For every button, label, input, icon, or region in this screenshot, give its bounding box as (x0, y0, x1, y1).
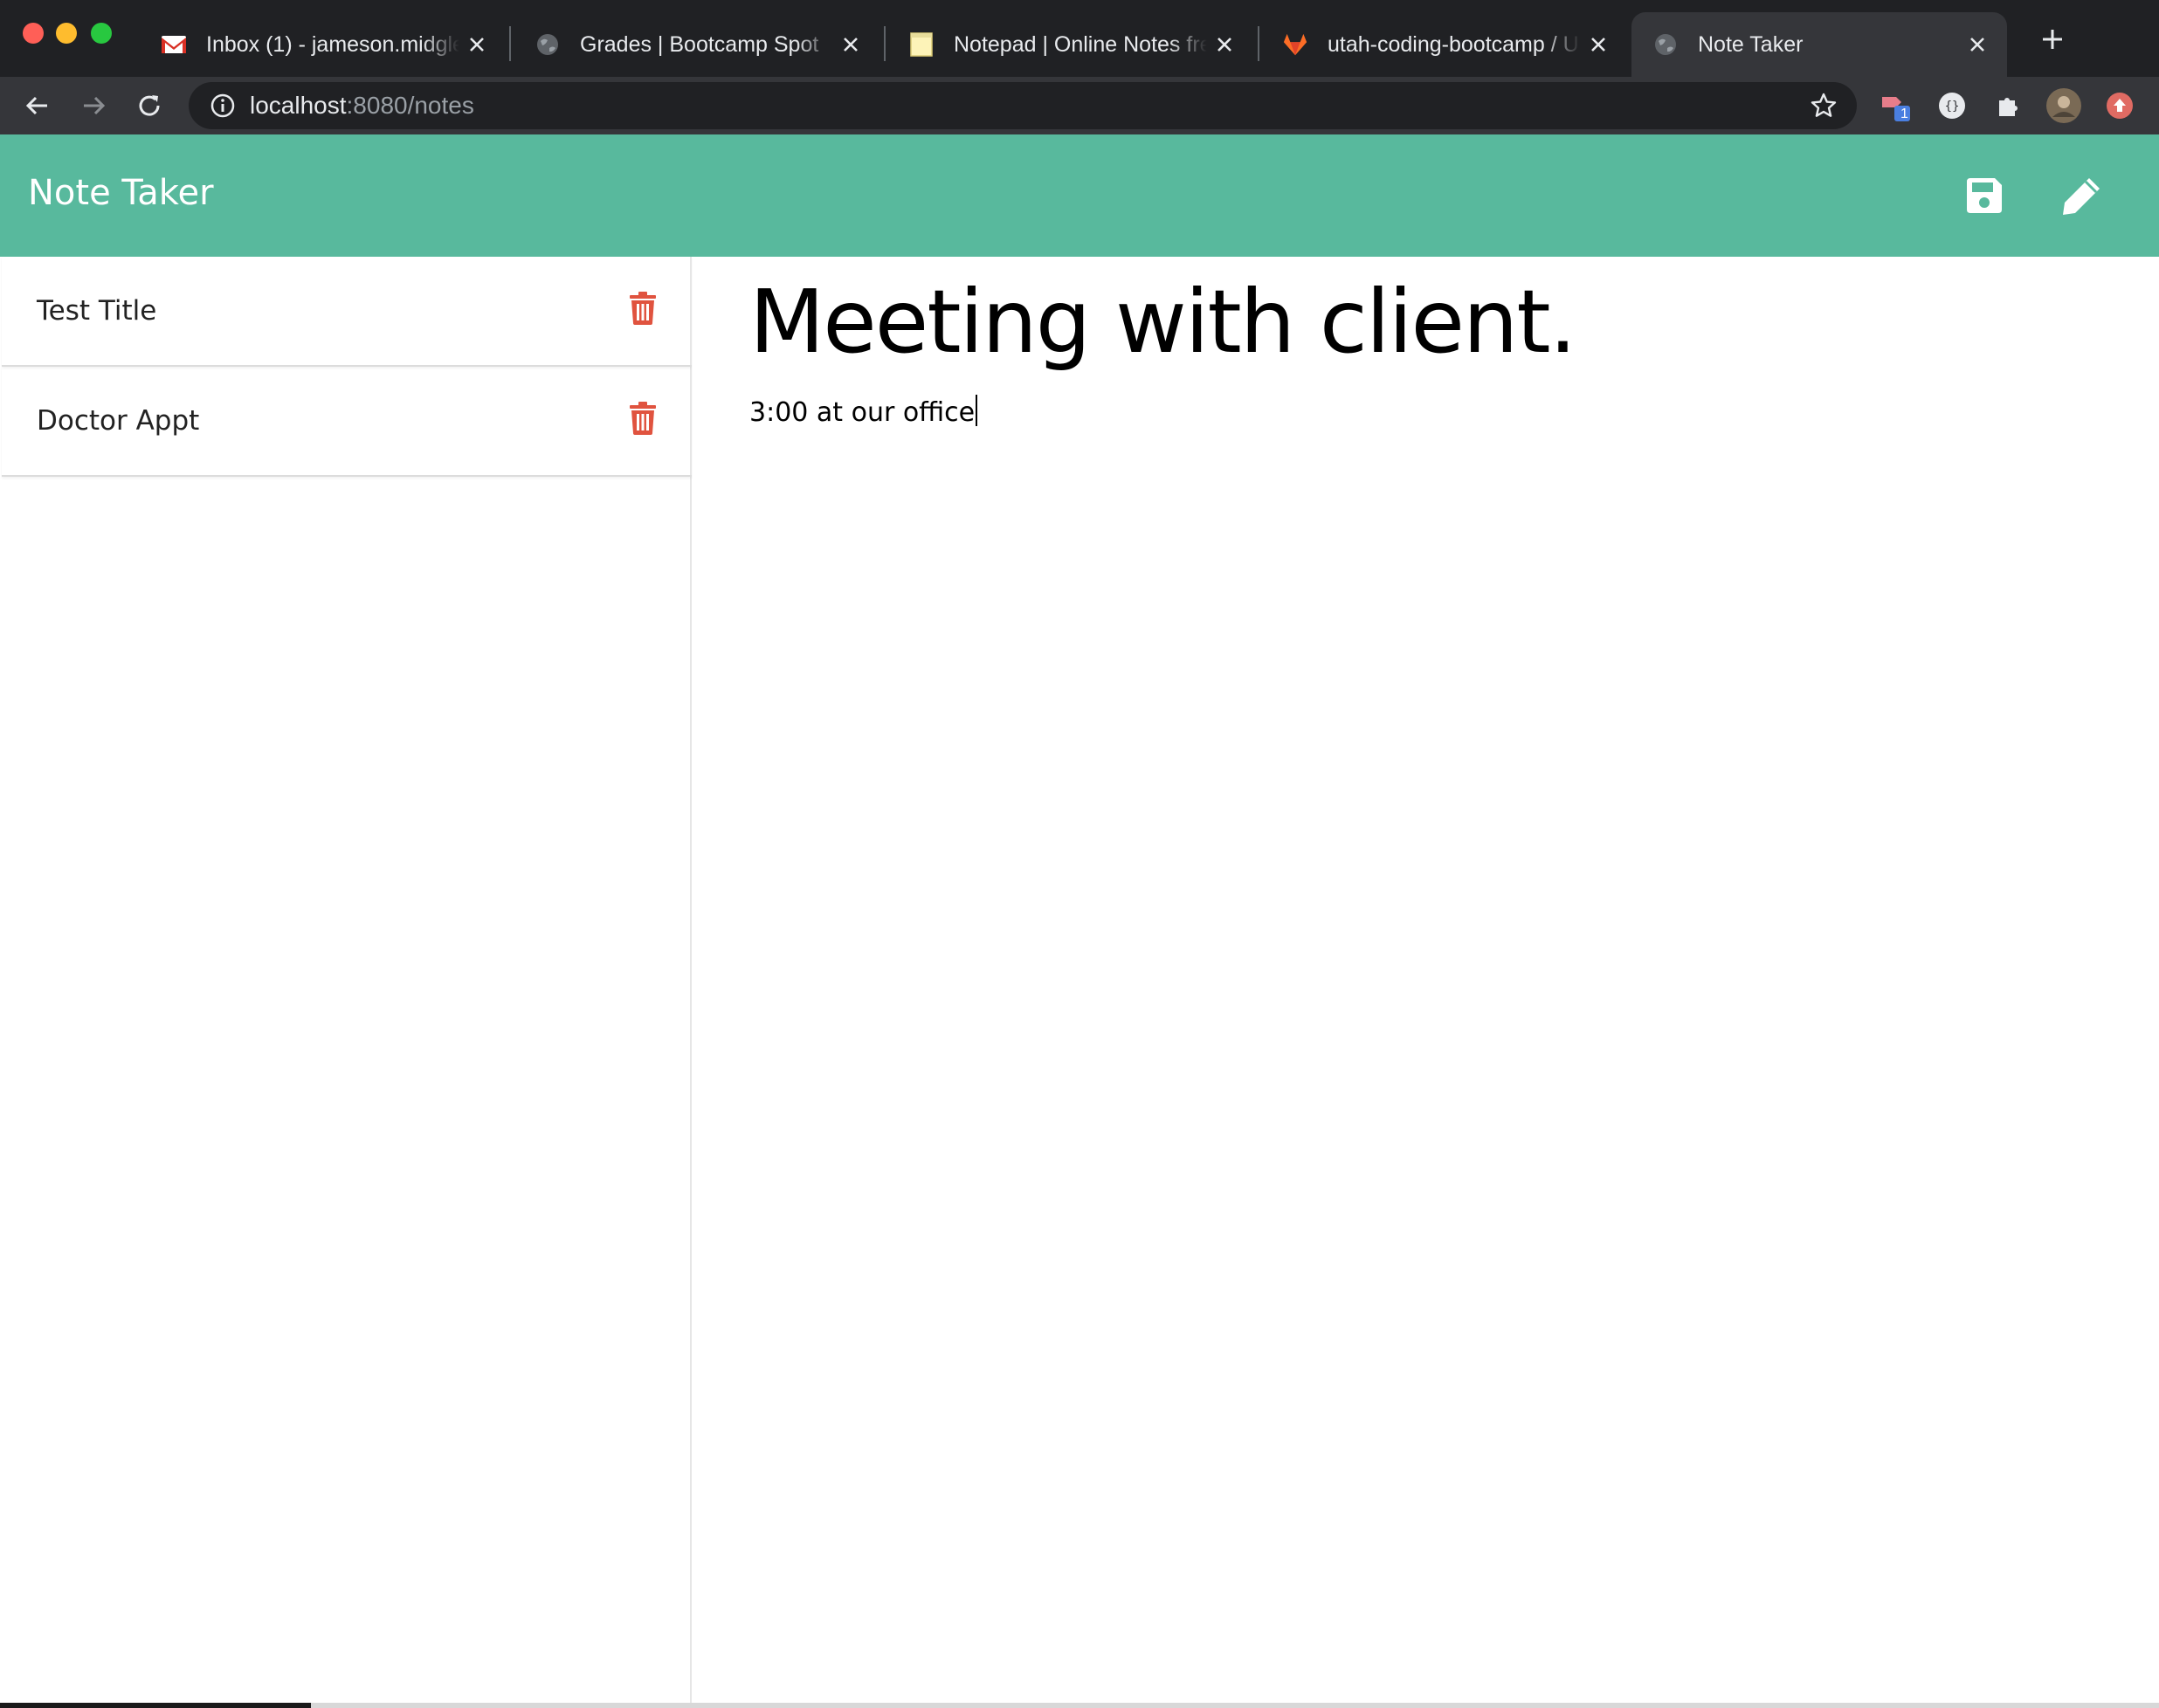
note-editor: Meeting with client. 3:00 at our office (693, 257, 2157, 1703)
extension-button[interactable]: 1 (1876, 86, 1916, 126)
delete-note-button[interactable] (625, 398, 660, 438)
browser-tab-strip: Inbox (1) - jameson.midgley Grades | Boo… (0, 0, 2159, 77)
list-item[interactable]: Doctor Appt (2, 367, 692, 477)
url-path: :8080/notes (346, 92, 474, 119)
window-bottom-edge (0, 1703, 2159, 1708)
forward-button[interactable] (72, 84, 115, 127)
close-icon[interactable] (1960, 27, 1995, 62)
notepad-icon (908, 31, 935, 58)
pencil-icon (2063, 178, 2100, 215)
window-close-button[interactable] (23, 23, 44, 44)
extension-badge-count: 1 (1900, 107, 1908, 121)
globe-icon (1652, 31, 1679, 58)
save-note-button[interactable] (1958, 169, 2011, 222)
browser-tab-gitlab[interactable]: utah-coding-bootcamp / U (1261, 12, 1628, 77)
info-icon[interactable] (208, 91, 238, 121)
url-host: localhost (250, 92, 347, 119)
app-navbar: Note Taker (0, 134, 2159, 257)
tab-label: Inbox (1) - jameson.midgley (206, 31, 459, 57)
reload-button[interactable] (128, 84, 171, 127)
tab-label: Notepad | Online Notes free (954, 31, 1207, 57)
gmail-icon (161, 31, 187, 58)
avatar-icon (2046, 88, 2081, 123)
window-zoom-button[interactable] (91, 23, 112, 44)
extensions-menu-button[interactable] (1988, 86, 2028, 126)
tab-divider (1258, 26, 1259, 61)
close-icon[interactable] (1581, 27, 1616, 62)
browser-tab-notepad[interactable]: Notepad | Online Notes free (887, 12, 1254, 77)
back-button[interactable] (16, 84, 59, 127)
app-title[interactable]: Note Taker (28, 173, 214, 213)
trash-icon (630, 292, 656, 325)
arrow-left-icon (25, 96, 47, 115)
plus-icon (2043, 30, 2062, 49)
tab-label: utah-coding-bootcamp / U (1328, 31, 1579, 57)
close-icon[interactable] (1207, 27, 1242, 62)
new-tab-button[interactable] (2028, 19, 2077, 59)
browser-toolbar: localhost:8080/notes 1 {} (0, 77, 2159, 134)
star-icon[interactable] (1808, 90, 1839, 121)
trash-icon (630, 402, 656, 435)
extension-button[interactable]: {} (1932, 86, 1972, 126)
address-bar[interactable]: localhost:8080/notes (189, 82, 1857, 129)
window-minimize-button[interactable] (56, 23, 77, 44)
browser-tab-gmail[interactable]: Inbox (1) - jameson.midgley (140, 12, 507, 77)
note-textarea[interactable]: 3:00 at our office (749, 395, 978, 428)
tab-label: Grades | Bootcamp Spot (580, 31, 819, 57)
json-extension-icon: {} (1939, 93, 1965, 119)
notes-sidebar: Test Title Doctor Appt (2, 257, 692, 1703)
browser-tab-grades[interactable]: Grades | Bootcamp Spot (514, 12, 880, 77)
gitlab-icon (1282, 31, 1308, 58)
delete-note-button[interactable] (625, 288, 660, 328)
profile-avatar[interactable] (2044, 86, 2084, 126)
note-item-title: Test Title (37, 295, 157, 327)
list-item[interactable]: Test Title (2, 257, 692, 367)
text-caret (976, 395, 978, 426)
tab-label: Note Taker (1698, 31, 1804, 57)
puzzle-icon (1999, 98, 2018, 116)
url-text: localhost:8080/notes (250, 92, 474, 120)
note-item-title: Doctor Appt (37, 405, 200, 437)
extension-badge-icon (1882, 97, 1910, 121)
svg-text:{}: {} (1945, 100, 1960, 114)
globe-icon (535, 31, 561, 58)
arrow-right-icon (84, 96, 106, 115)
update-icon (2107, 93, 2133, 119)
note-text-content: 3:00 at our office (749, 397, 976, 428)
save-icon (1967, 178, 2002, 213)
close-icon[interactable] (459, 27, 494, 62)
note-title-input[interactable]: Meeting with client. (749, 271, 1576, 373)
tab-divider (509, 26, 511, 61)
update-button[interactable] (2100, 86, 2140, 126)
reload-icon (139, 95, 160, 116)
new-note-button[interactable] (2056, 169, 2108, 222)
close-icon[interactable] (833, 27, 868, 62)
browser-tab-note-taker[interactable]: Note Taker (1631, 12, 2007, 77)
tab-divider (884, 26, 886, 61)
